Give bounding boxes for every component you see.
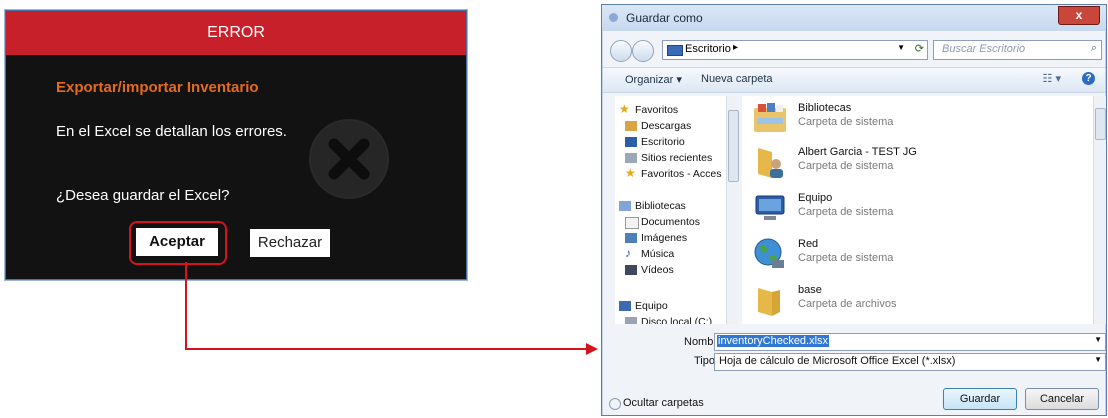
breadcrumb-arrow-icon[interactable]: ▸	[733, 42, 738, 53]
cancel-button[interactable]: Cancelar	[1025, 388, 1099, 410]
new-folder-button[interactable]: Nueva carpeta	[701, 73, 773, 85]
nav-label: Descargas	[641, 120, 692, 132]
star-icon: ★	[619, 102, 630, 116]
address-row: Escritorio ▸ ▼ ⟳ Buscar Escritorio ⌕	[606, 37, 1102, 63]
toolbar: Organizar ▾ Nueva carpeta ☷ ▾ ?	[603, 67, 1105, 93]
folder-icon	[758, 288, 780, 316]
organize-menu[interactable]: Organizar ▾	[625, 73, 682, 86]
file-name: base	[798, 284, 822, 296]
list-item[interactable]: Equipo Carpeta de sistema	[752, 190, 1082, 238]
navigation-pane: ★ Favoritos Descargas Escritorio Sitios …	[615, 96, 731, 324]
help-icon[interactable]: ?	[1082, 72, 1095, 85]
nav-libraries[interactable]: Bibliotecas	[619, 200, 686, 212]
forward-button[interactable]	[632, 40, 654, 62]
view-options-icon[interactable]: ☷ ▾	[1043, 72, 1061, 85]
nav-recent[interactable]: Sitios recientes	[625, 152, 713, 164]
nav-desktop[interactable]: Escritorio	[625, 136, 685, 148]
nav-scrollbar[interactable]	[726, 96, 739, 324]
filetype-value: Hoja de cálculo de Microsoft Office Exce…	[719, 355, 956, 367]
downloads-icon	[625, 121, 637, 131]
images-icon	[625, 233, 637, 243]
file-name: Bibliotecas	[798, 102, 852, 114]
filetype-select[interactable]: Hoja de cálculo de Microsoft Office Exce…	[714, 353, 1106, 371]
nav-favorites[interactable]: ★ Favoritos	[619, 102, 679, 116]
music-icon: ♪	[625, 246, 631, 260]
list-item[interactable]: Albert Garcia - TEST JG Carpeta de siste…	[752, 144, 1082, 192]
nav-label: Música	[641, 248, 675, 260]
chevron-down-icon[interactable]: ▼	[897, 43, 905, 52]
hide-folders-toggle[interactable]: Ocultar carpetas	[609, 397, 704, 410]
nav-label: Documentos	[641, 216, 700, 228]
save-options-panel: Nombre: inventoryChecked.xlsx ▼ Tipo: Ho…	[603, 325, 1106, 415]
nav-label: Favoritos - Acces	[641, 168, 722, 180]
refresh-icon[interactable]: ⟳	[915, 42, 924, 55]
file-name: Albert Garcia - TEST JG	[798, 146, 917, 158]
file-desc: Carpeta de sistema	[798, 160, 894, 172]
desktop-icon	[625, 137, 637, 147]
address-path[interactable]: Escritorio	[685, 43, 731, 55]
filename-value[interactable]: inventoryChecked.xlsx	[717, 335, 830, 347]
search-icon[interactable]: ⌕	[1091, 42, 1097, 55]
nav-videos[interactable]: Vídeos	[625, 264, 674, 276]
file-list-scrollbar-thumb[interactable]	[1095, 108, 1106, 140]
nav-images[interactable]: Imágenes	[625, 232, 688, 244]
folder-icon	[667, 45, 683, 56]
nav-label: Vídeos	[641, 264, 674, 276]
file-desc: Carpeta de sistema	[798, 206, 894, 218]
file-desc: Carpeta de sistema	[798, 116, 894, 128]
computer-icon	[619, 301, 631, 311]
list-item[interactable]: Bibliotecas Carpeta de sistema	[752, 100, 1082, 148]
save-dialog-title: Guardar como	[626, 11, 703, 25]
user-folder-icon	[758, 148, 783, 178]
search-placeholder: Buscar Escritorio	[942, 43, 1026, 55]
search-input[interactable]: Buscar Escritorio ⌕	[933, 40, 1102, 60]
chevron-down-icon[interactable]: ▼	[1094, 335, 1102, 344]
save-as-dialog: Guardar como x Escritorio ▸ ▼ ⟳ Buscar E…	[601, 4, 1107, 416]
file-desc: Carpeta de sistema	[798, 252, 894, 264]
save-dialog-titlebar: Guardar como x	[602, 5, 1106, 31]
documents-icon	[625, 217, 639, 229]
list-item[interactable]: Red Carpeta de sistema	[752, 236, 1082, 284]
nav-scrollbar-thumb[interactable]	[728, 110, 739, 182]
file-desc: Carpeta de archivos	[798, 298, 897, 310]
disk-icon	[625, 317, 637, 324]
nav-computer[interactable]: Equipo	[619, 300, 668, 312]
nav-label: Disco local (C:)	[641, 316, 713, 324]
file-name: Red	[798, 238, 819, 250]
nav-downloads[interactable]: Descargas	[625, 120, 692, 132]
libraries-folder-icon	[754, 103, 786, 132]
file-name: Equipo	[798, 192, 833, 204]
chevron-down-icon[interactable]: ▼	[1094, 355, 1102, 364]
file-list-scrollbar[interactable]	[1093, 96, 1106, 324]
nav-label: Bibliotecas	[635, 200, 686, 212]
network-globe-icon	[754, 238, 784, 268]
recent-places-icon	[625, 153, 637, 163]
list-item[interactable]: base Carpeta de archivos	[752, 282, 1082, 324]
filename-input[interactable]: inventoryChecked.xlsx ▼	[714, 333, 1106, 351]
nav-label: Imágenes	[641, 232, 688, 244]
file-list: Bibliotecas Carpeta de sistema Albert Ga…	[742, 96, 1093, 324]
collapse-icon	[609, 398, 621, 410]
address-bar[interactable]: Escritorio ▸ ▼ ⟳	[662, 40, 928, 60]
close-button[interactable]: x	[1058, 6, 1100, 25]
nav-label: Sitios recientes	[641, 152, 713, 164]
save-button[interactable]: Guardar	[943, 388, 1017, 410]
nav-disk[interactable]: Disco local (C:)	[625, 316, 713, 324]
back-button[interactable]	[610, 40, 632, 62]
nav-fav-access[interactable]: ★ Favoritos - Acces	[625, 166, 722, 180]
libraries-icon	[619, 201, 631, 211]
nav-music[interactable]: ♪ Música	[625, 246, 675, 260]
computer-icon	[755, 195, 785, 220]
hide-folders-label: Ocultar carpetas	[623, 397, 704, 409]
nav-label: Equipo	[635, 300, 668, 312]
videos-icon	[625, 265, 637, 275]
nav-documents[interactable]: Documentos	[625, 216, 700, 229]
window-icon	[609, 13, 618, 22]
nav-label: Escritorio	[641, 136, 685, 148]
star-icon: ★	[625, 166, 636, 180]
nav-label: Favoritos	[635, 104, 679, 116]
